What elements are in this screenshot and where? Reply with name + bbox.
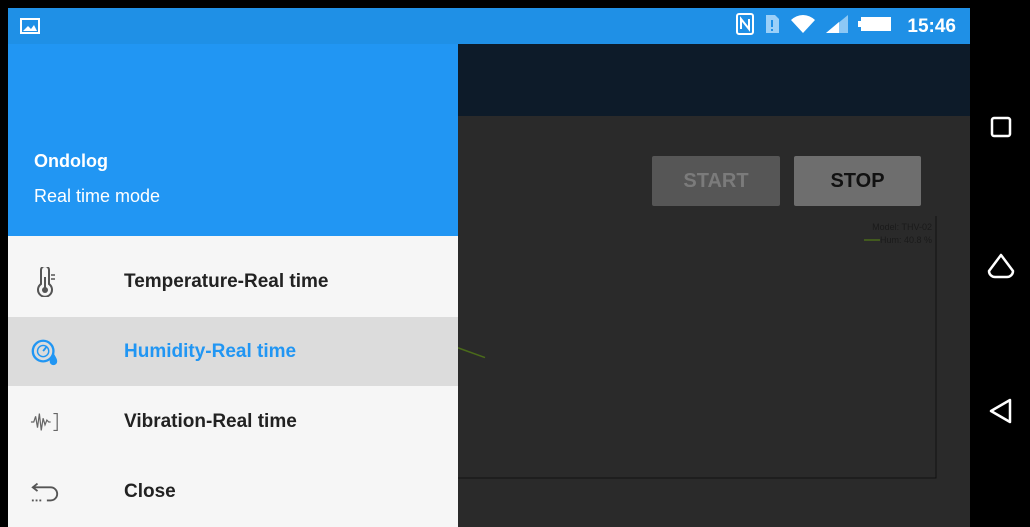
- back-arrow-icon: [30, 477, 60, 507]
- home-icon[interactable]: [985, 251, 1017, 283]
- menu-item-label: Temperature-Real time: [124, 270, 329, 292]
- app-name: Ondolog: [34, 151, 108, 171]
- menu-item-close[interactable]: Close: [8, 457, 458, 526]
- menu-item-humidity[interactable]: Humidity-Real time: [8, 317, 458, 386]
- vibration-icon: [30, 407, 60, 437]
- battery-icon: [858, 16, 892, 37]
- sim-alert-icon: [764, 14, 780, 39]
- navigation-bar: [970, 0, 1030, 527]
- navigation-drawer: Ondolog Real time mode Temperature-Real …: [8, 44, 458, 527]
- legend-title: Model: THV-02: [872, 222, 932, 232]
- stop-button[interactable]: STOP: [794, 156, 921, 206]
- mode-subtitle: Real time mode: [34, 186, 161, 206]
- menu-item-vibration[interactable]: Vibration-Real time: [8, 387, 458, 456]
- menu-item-label: Close: [124, 480, 176, 502]
- start-button[interactable]: START: [652, 156, 780, 206]
- device-frame: 15:46 START STOP 15:46:2515:46:3015:46:3…: [0, 0, 1030, 527]
- menu-item-label: Humidity-Real time: [124, 340, 297, 362]
- nfc-icon: [736, 12, 754, 40]
- screen: 15:46 START STOP 15:46:2515:46:3015:46:3…: [8, 8, 970, 527]
- gallery-notification-icon: [20, 18, 40, 39]
- menu-item-label: Vibration-Real time: [124, 410, 297, 432]
- signal-icon: [826, 14, 848, 38]
- humidity-gauge-icon: [30, 337, 60, 367]
- legend-entry: Hum: 40.8 %: [880, 235, 932, 245]
- menu-item-temperature[interactable]: Temperature-Real time: [8, 247, 458, 316]
- drawer-header: Ondolog Real time mode: [8, 44, 458, 236]
- recents-icon[interactable]: [985, 111, 1017, 143]
- back-icon[interactable]: [985, 395, 1017, 427]
- clock: 15:46: [907, 16, 956, 37]
- wifi-icon: [790, 14, 816, 39]
- thermometer-icon: [30, 266, 60, 297]
- status-bar: 15:46: [8, 8, 970, 44]
